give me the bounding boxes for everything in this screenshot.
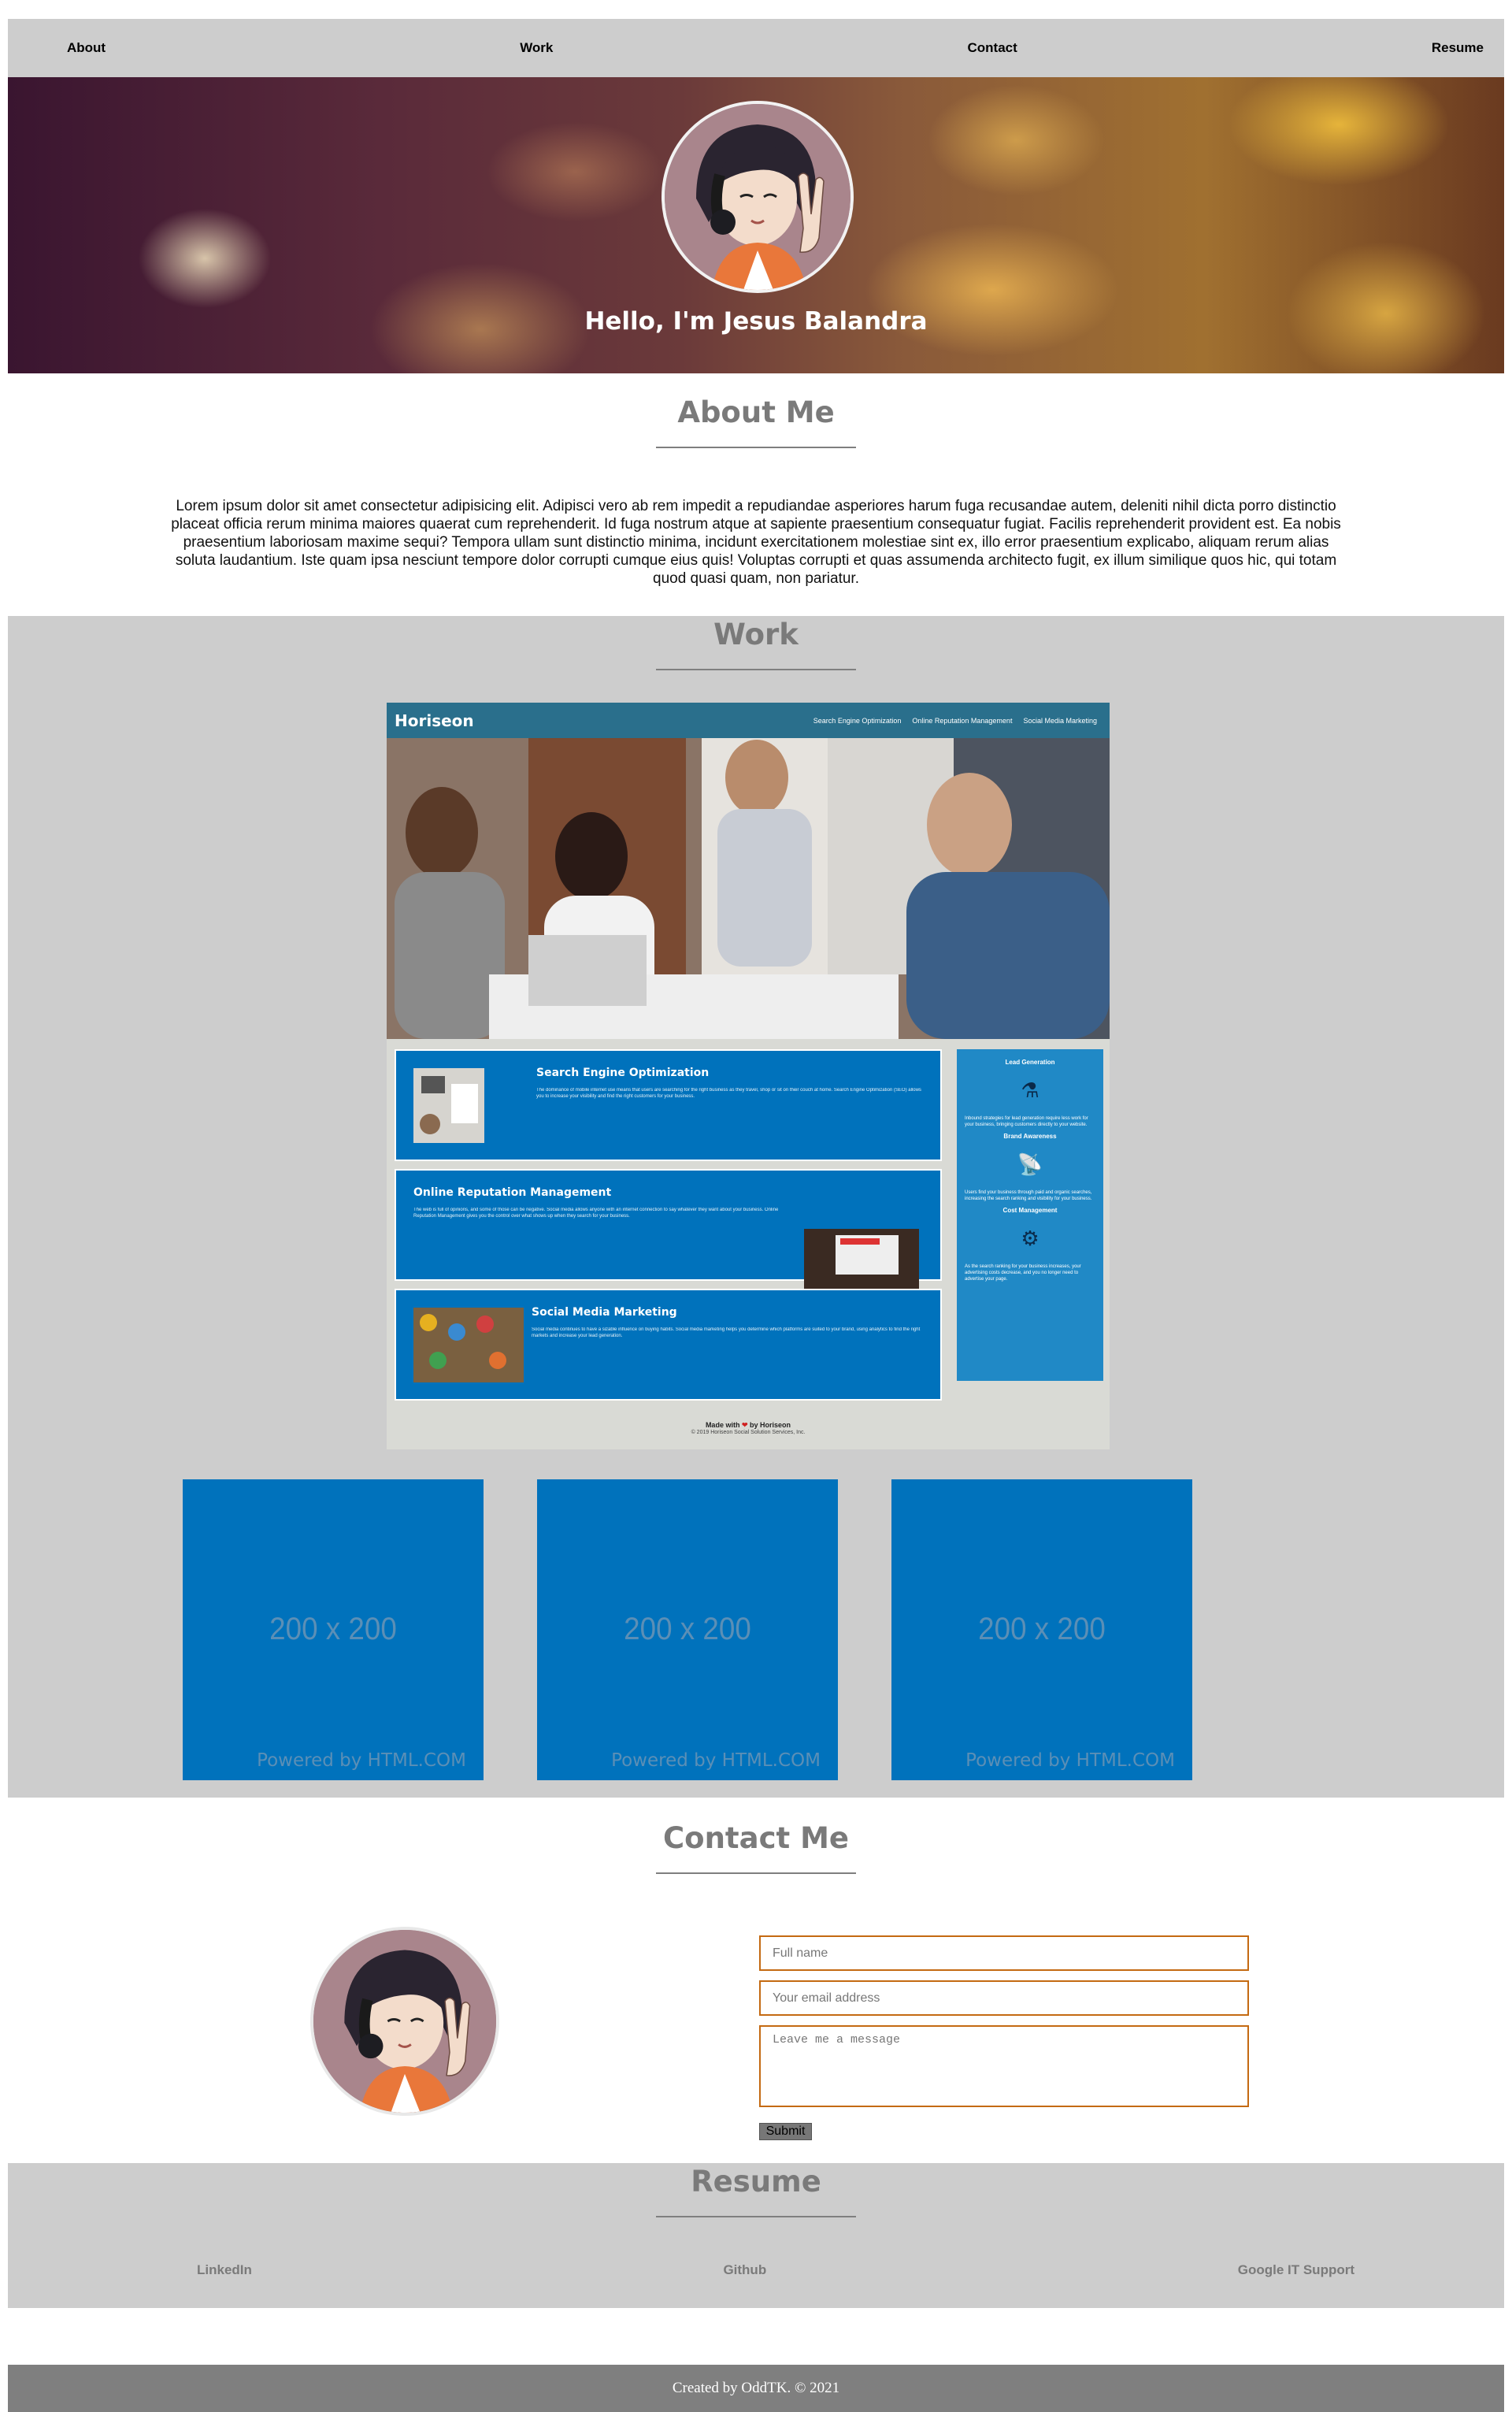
contact-section: Contact Me Submit (8, 1798, 1504, 2163)
project-placeholder-image[interactable]: 200 x 200 Powered by HTML.COM (891, 1479, 1192, 1780)
project-placeholder-image[interactable]: 200 x 200 Powered by HTML.COM (183, 1479, 484, 1780)
horiseon-card-seo: Search Engine Optimization The dominance… (395, 1049, 942, 1161)
horiseon-footer: Made with ❤ by Horiseon © 2019 Horiseon … (387, 1421, 1110, 1435)
benefit-title: Cost Management (1002, 1207, 1058, 1214)
horiseon-nav-item: Social Media Marketing (1023, 716, 1097, 725)
placeholder-size: 200 x 200 (269, 1612, 397, 1646)
footer-made-text: Made with (705, 1421, 740, 1429)
work-divider (656, 669, 856, 670)
anime-portrait-image (665, 104, 850, 290)
horiseon-copyright: © 2019 Horiseon Social Solution Services… (691, 1430, 806, 1435)
horiseon-hero-image (387, 738, 1110, 1039)
horiseon-card-smm: Social Media Marketing Social media cont… (395, 1289, 942, 1401)
heart-icon: ❤ (741, 1421, 748, 1429)
smm-card-text: Social media continues to have a sizable… (532, 1327, 921, 1338)
email-input[interactable] (759, 1980, 1249, 2016)
horiseon-benefits: Lead Generation ⚗ Inbound strategies for… (957, 1049, 1103, 1381)
resume-section: Resume LinkedIn Github Google IT Support (8, 2163, 1504, 2308)
work-placeholders: 200 x 200 Powered by HTML.COM 200 x 200 … (183, 1479, 1192, 1780)
nav-about-link[interactable]: About (67, 40, 106, 56)
smm-image (413, 1308, 524, 1382)
horiseon-content: Search Engine Optimization The dominance… (395, 1049, 942, 1408)
hero-banner: Hello, I'm Jesus Balandra (8, 77, 1504, 373)
hero-avatar (662, 101, 854, 293)
work-heading: Work (713, 618, 799, 651)
benefit-text: As the search ranking for your business … (965, 1264, 1081, 1282)
placeholder-size: 200 x 200 (624, 1612, 751, 1646)
about-text: Lorem ipsum dolor sit amet consectetur a… (171, 498, 1341, 587)
work-section: Work Horiseon Search Engine Optimization… (8, 616, 1504, 1798)
horiseon-logo: Horiseon (395, 711, 474, 730)
placeholder-size: 200 x 200 (978, 1612, 1106, 1646)
footer-credit: Created by OddTK. © 2021 (672, 2380, 840, 2396)
placeholder-credit: Powered by HTML.COM (257, 1750, 466, 1771)
benefit-title: Lead Generation (1005, 1059, 1055, 1066)
horiseon-nav-item: Search Engine Optimization (813, 716, 902, 725)
placeholder-credit: Powered by HTML.COM (965, 1750, 1175, 1771)
horiseon-project-screenshot[interactable]: Horiseon Search Engine Optimization Onli… (387, 703, 1110, 1449)
google-it-support-link[interactable]: Google IT Support (1238, 2262, 1354, 2278)
nav-resume-link[interactable]: Resume (1432, 40, 1484, 56)
team-meeting-photo (387, 738, 1110, 1039)
contact-form: Submit (759, 1935, 1249, 2140)
page-footer: Created by OddTK. © 2021 (8, 2365, 1504, 2412)
contact-divider (656, 1872, 856, 1874)
submit-button[interactable]: Submit (759, 2123, 812, 2140)
top-nav: About Work Contact Resume (8, 19, 1504, 77)
orm-card-title: Online Reputation Management (413, 1186, 612, 1199)
orm-card-text: The web is full of opinions, and some of… (413, 1208, 779, 1219)
resume-divider (656, 2216, 856, 2217)
lead-generation-icon: ⚗ (1021, 1078, 1040, 1102)
benefit-text: Users find your business through paid an… (965, 1190, 1092, 1201)
seo-image (413, 1068, 484, 1143)
horiseon-nav-item: Online Reputation Management (912, 716, 1013, 725)
cost-management-icon: ⚙ (1021, 1226, 1040, 1250)
brand-awareness-icon: 📡 (1017, 1152, 1043, 1176)
horiseon-card-orm: Online Reputation Management The web is … (395, 1169, 942, 1304)
placeholder-credit: Powered by HTML.COM (611, 1750, 821, 1771)
about-section: About Me Lorem ipsum dolor sit amet cons… (8, 373, 1504, 616)
about-divider (656, 447, 856, 448)
nav-work-link[interactable]: Work (520, 40, 553, 56)
seo-card-text: The dominance of mobile internet use mea… (536, 1088, 921, 1099)
seo-card-title: Search Engine Optimization (536, 1067, 710, 1079)
page: About Work Contact Resume Hello, I'm Jes… (8, 19, 1504, 2412)
horiseon-header: Horiseon Search Engine Optimization Onli… (387, 703, 1110, 738)
anime-portrait-image (313, 1930, 496, 2113)
contact-heading: Contact Me (663, 1821, 849, 1855)
footer-by-text: by Horiseon (750, 1421, 791, 1429)
resume-links: LinkedIn Github Google IT Support (8, 2262, 1504, 2278)
about-heading: About Me (677, 395, 835, 429)
full-name-input[interactable] (759, 1935, 1249, 1971)
horiseon-nav: Search Engine Optimization Online Reputa… (813, 717, 1097, 725)
smm-card-title: Social Media Marketing (532, 1306, 677, 1319)
project-placeholder-image[interactable]: 200 x 200 Powered by HTML.COM (537, 1479, 838, 1780)
message-textarea[interactable] (759, 2025, 1249, 2107)
hero-title: Hello, I'm Jesus Balandra (584, 307, 928, 336)
github-link[interactable]: Github (723, 2262, 766, 2278)
resume-heading: Resume (691, 2165, 821, 2199)
nav-contact-link[interactable]: Contact (967, 40, 1017, 56)
benefit-title: Brand Awareness (1003, 1133, 1057, 1140)
benefit-text: Inbound strategies for lead generation r… (965, 1116, 1088, 1127)
contact-avatar (310, 1927, 499, 2116)
linkedin-link[interactable]: LinkedIn (197, 2262, 252, 2278)
